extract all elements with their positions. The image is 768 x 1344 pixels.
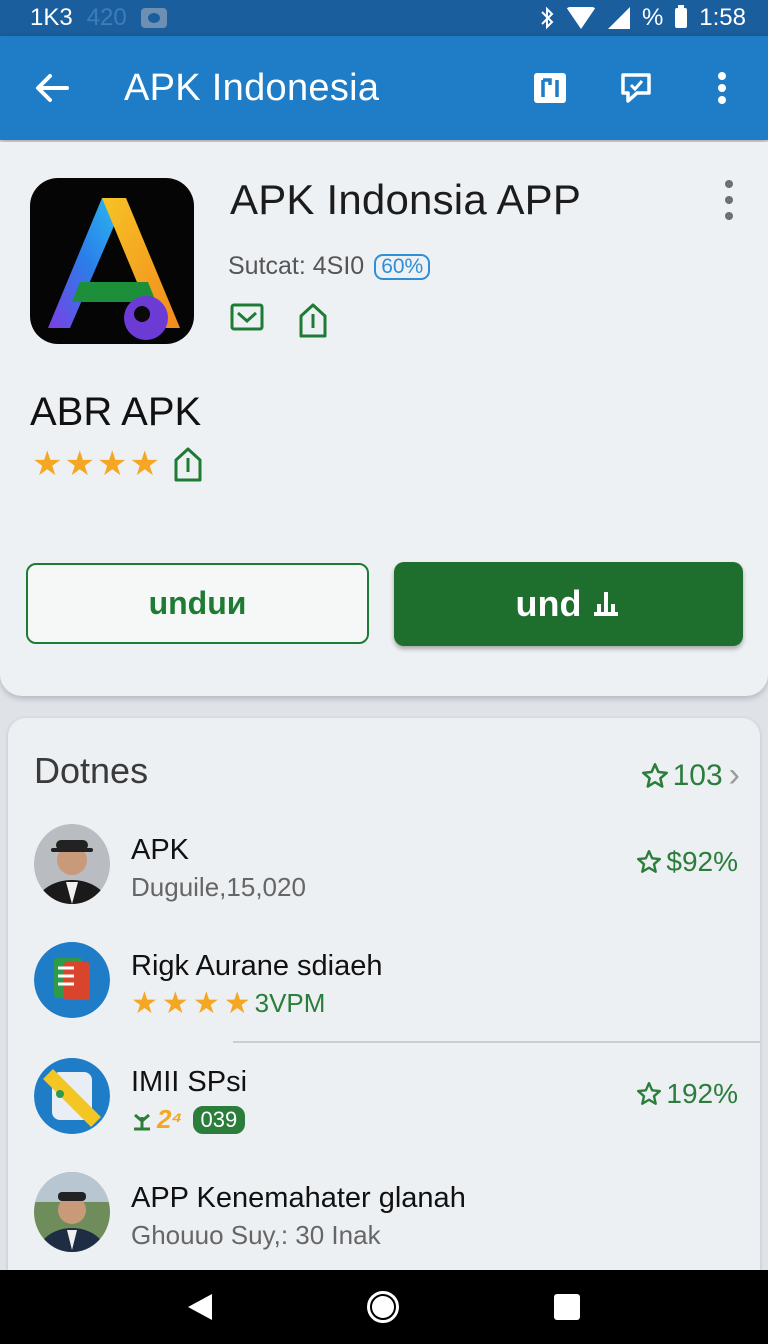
star-icon: ★ — [64, 445, 95, 483]
app-bar: APK Indonesia — [0, 36, 768, 140]
star-outline-icon — [641, 762, 668, 788]
avatar — [34, 1056, 110, 1136]
rating-row: ★ ★ ★ ★ — [32, 446, 204, 482]
star-outline-icon — [637, 1081, 662, 1105]
divider — [233, 1041, 760, 1043]
status-bar: 1K3 420 % 1:58 — [0, 0, 768, 36]
more-vert-icon — [718, 72, 726, 104]
app-detail-card: APK Indonsia APP Sutcat: 4SI0 60% ABR AP… — [0, 142, 768, 696]
more-dot — [725, 196, 733, 204]
list-title: Dotnes — [34, 750, 149, 791]
avatar — [34, 1172, 110, 1252]
star-icon: ★ — [192, 986, 220, 1020]
chat-icon — [621, 73, 651, 103]
list-item-title: IMII SPsi — [131, 1066, 248, 1098]
status-time: 1:58 — [699, 4, 746, 31]
star-icon: ★ — [96, 445, 128, 483]
arrow-left-icon — [36, 74, 69, 102]
more-dot — [725, 180, 733, 188]
percent-sign: % — [641, 4, 664, 31]
list-count-link[interactable]: 103 › — [641, 756, 740, 795]
signal-icon — [607, 7, 630, 29]
app-small-icons — [230, 302, 328, 338]
list-item-rating: ★ ★ ★ ★ 3VPM — [131, 988, 325, 1019]
avatar — [34, 824, 110, 904]
list-item-sub: 2⁴ 039 — [131, 1104, 246, 1135]
list-item[interactable]: IMII SPsi 2⁴ 039 192% — [8, 1056, 760, 1156]
nav-back-icon[interactable] — [187, 1294, 212, 1320]
list-item-sub-text: 3VPM — [254, 988, 326, 1018]
avatar — [34, 940, 110, 1020]
app-subtitle: Sutcat: 4SI0 — [228, 252, 365, 280]
tablet-button[interactable] — [532, 70, 568, 106]
download-label: und — [515, 583, 582, 624]
status-left-text: 1K3 — [30, 4, 73, 31]
app-name: APK Indonsia APP — [230, 176, 582, 223]
bluetooth-icon — [541, 6, 554, 30]
list-count: 103 — [672, 758, 723, 792]
chat-button[interactable] — [618, 70, 654, 106]
status-faint-text: 420 — [86, 4, 127, 31]
list-item-subtitle: Ghouuo Suy,: 30 Inak — [131, 1220, 381, 1250]
percent-badge: 60% — [374, 253, 431, 280]
list-item[interactable]: Rigk Aurane sdiaeh ★ ★ ★ ★ 3VPM — [8, 940, 760, 1040]
section-title: ABR APK — [30, 390, 202, 434]
more-dot — [725, 212, 733, 220]
system-nav-bar — [0, 1270, 768, 1344]
download-button[interactable]: und — [394, 562, 743, 646]
chevron-right-icon: › — [728, 756, 740, 794]
list-item-sub-text: 2⁴ — [157, 1104, 183, 1134]
notification-icon — [140, 8, 167, 28]
list-item-meta-value: $92% — [666, 846, 738, 877]
star-icon: ★ — [32, 445, 63, 483]
list-item-pill: 039 — [192, 1105, 246, 1134]
list-item-title: APP Kenemahater glanah — [131, 1182, 466, 1214]
download-icon — [594, 592, 619, 616]
nav-home-icon[interactable] — [366, 1291, 399, 1323]
app-bar-title: APK Indonesia — [124, 66, 380, 109]
overflow-menu-button[interactable] — [704, 70, 740, 106]
plant-icon — [134, 1113, 150, 1130]
app-more-button[interactable] — [716, 180, 742, 220]
secondary-download-label: unduᴎ — [148, 585, 247, 621]
upload-icon[interactable] — [172, 446, 204, 482]
secondary-download-button[interactable]: unduᴎ — [26, 563, 369, 644]
nav-recents-icon[interactable] — [554, 1294, 581, 1320]
back-button[interactable] — [30, 66, 74, 110]
app-subtitle-row: Sutcat: 4SI0 60% — [228, 252, 431, 281]
list-item-title: Rigk Aurane sdiaeh — [131, 950, 383, 982]
list-item-meta: $92% — [636, 846, 738, 878]
tablet-icon — [534, 73, 566, 103]
list-item-meta-value: 192% — [666, 1078, 738, 1109]
app-logo-icon — [30, 178, 194, 344]
wifi-icon — [565, 7, 596, 29]
mail-icon[interactable] — [230, 302, 264, 332]
star-icon: ★ — [161, 986, 189, 1020]
star-outline-icon — [637, 849, 662, 873]
star-icon: ★ — [131, 986, 158, 1020]
list-item[interactable]: APP Kenemahater glanah Ghouuo Suy,: 30 I… — [8, 1172, 760, 1272]
list-item[interactable]: APK Duguile,15,020 $92% — [8, 824, 760, 924]
apps-list-card: Dotnes 103 › APK Duguile,15,020 $92% Rig… — [8, 718, 760, 1298]
upload-icon[interactable] — [298, 302, 328, 338]
battery-icon — [675, 5, 688, 28]
list-item-meta: 192% — [636, 1078, 738, 1110]
star-icon: ★ — [223, 986, 251, 1020]
star-icon: ★ — [129, 445, 160, 483]
list-item-subtitle: Duguile,15,020 — [131, 872, 306, 902]
list-item-title: APK — [131, 834, 190, 866]
